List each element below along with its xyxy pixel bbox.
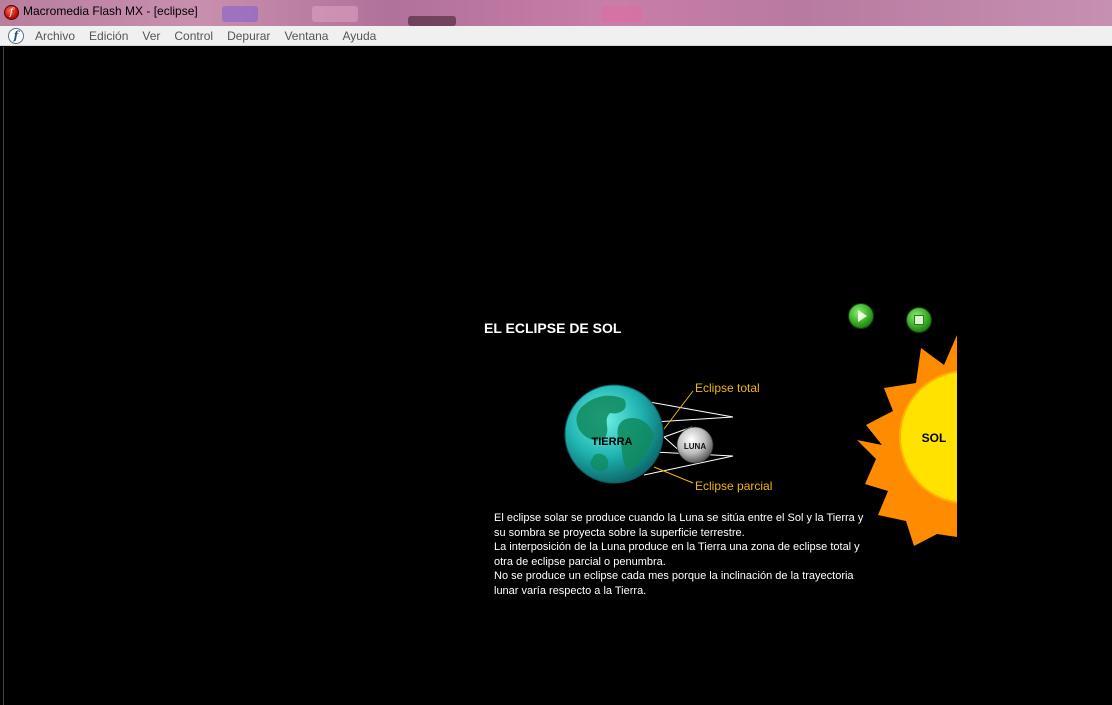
flash-icon[interactable]: f	[4, 5, 19, 20]
menu-archivo[interactable]: Archivo	[28, 29, 82, 43]
menu-bar: f Archivo Edición Ver Control Depurar Ve…	[0, 26, 1112, 46]
background-blur	[222, 6, 258, 22]
flash-window: f Macromedia Flash MX - [eclipse] f Arch…	[0, 0, 1112, 705]
stop-button[interactable]	[906, 307, 932, 333]
eclipse-parcial-label: Eclipse parcial	[695, 479, 772, 493]
menu-edicion[interactable]: Edición	[82, 29, 135, 43]
scene-title: EL ECLIPSE DE SOL	[484, 320, 622, 336]
flash-logo-icon[interactable]: f	[8, 27, 24, 44]
window-title: Macromedia Flash MX - [eclipse]	[23, 4, 198, 18]
background-blur	[408, 16, 456, 26]
background-blur	[312, 6, 358, 22]
moon-label: LUNA	[684, 442, 706, 451]
description-paragraph: El eclipse solar se produce cuando la Lu…	[494, 512, 864, 539]
menu-depurar[interactable]: Depurar	[220, 29, 277, 43]
eclipse-total-label: Eclipse total	[695, 381, 760, 395]
description-text: El eclipse solar se produce cuando la Lu…	[494, 511, 866, 598]
sun-disc	[899, 370, 957, 504]
menu-ayuda[interactable]: Ayuda	[335, 29, 383, 43]
movie-stage: TIERRA LUNA SOL Eclipse total Eclipse pa…	[3, 47, 1112, 705]
background-blur	[602, 6, 642, 22]
menu-ver[interactable]: Ver	[135, 29, 167, 43]
menu-control[interactable]: Control	[167, 29, 220, 43]
earth	[564, 384, 664, 484]
title-bar[interactable]: f Macromedia Flash MX - [eclipse]	[0, 0, 1112, 26]
earth-label: TIERRA	[592, 436, 633, 448]
eclipse-scene: TIERRA LUNA SOL Eclipse total Eclipse pa…	[564, 335, 957, 546]
description-paragraph: La interposición de la Luna produce en l…	[494, 541, 860, 568]
sun-label: SOL	[922, 431, 947, 445]
description-paragraph: No se produce un eclipse cada mes porque…	[494, 570, 854, 597]
play-button[interactable]	[848, 303, 874, 329]
menu-ventana[interactable]: Ventana	[277, 29, 335, 43]
